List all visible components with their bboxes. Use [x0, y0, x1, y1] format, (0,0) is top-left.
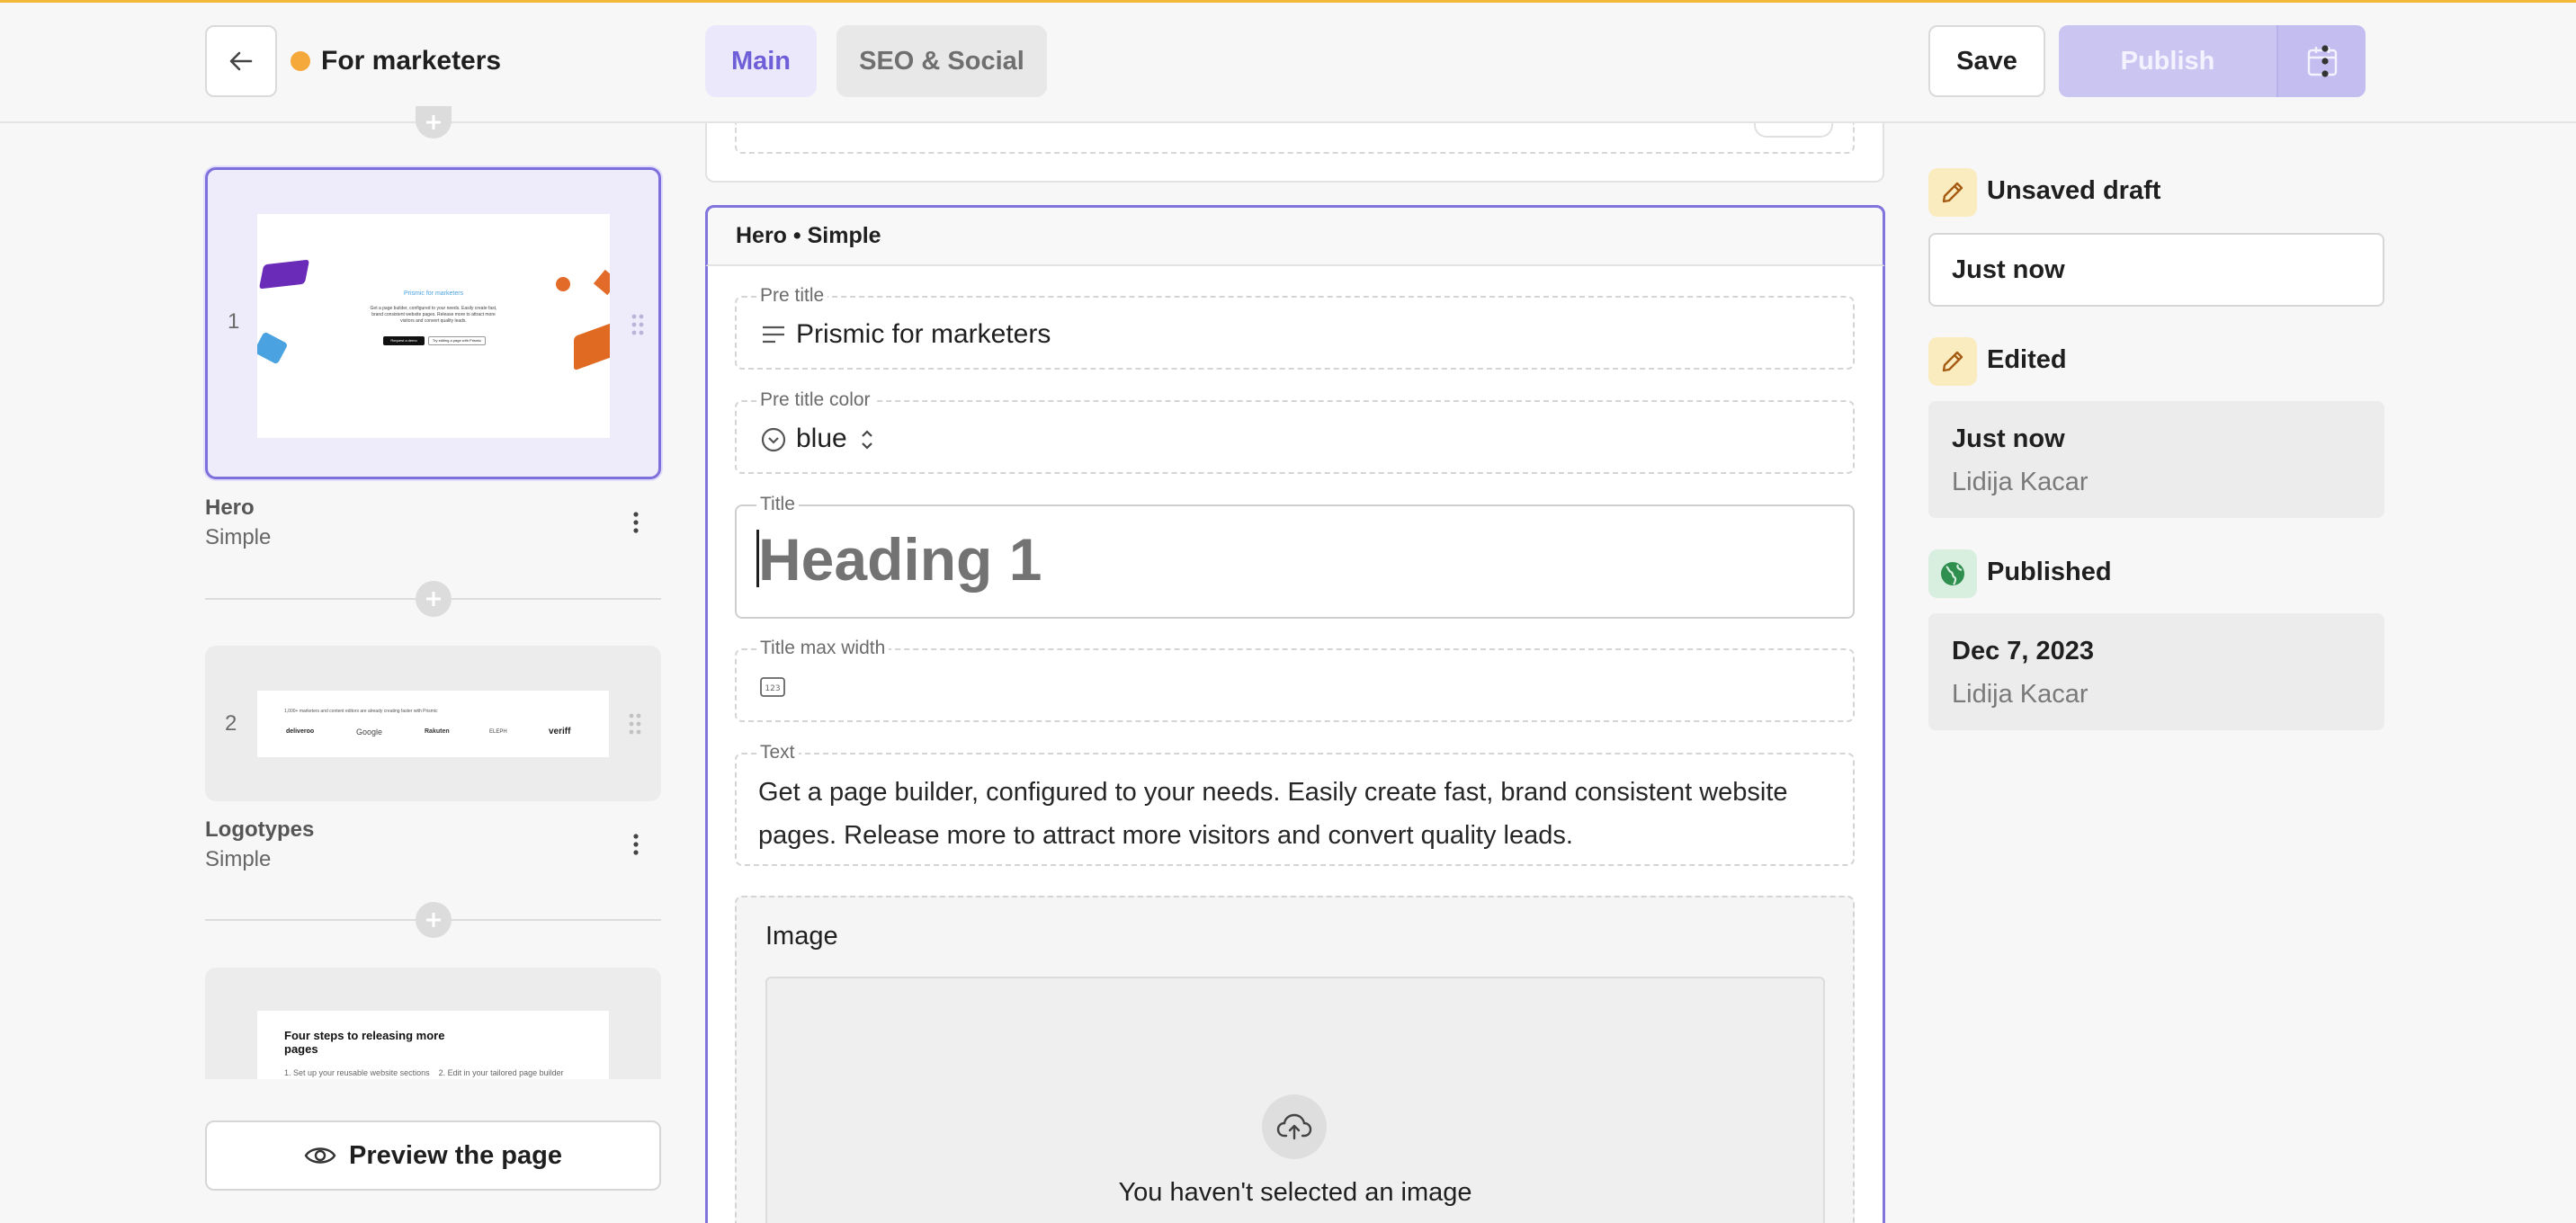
slice-thumbnail: Four steps to releasing more pages 1. Se…	[257, 1011, 609, 1079]
select-circle-icon	[761, 427, 786, 452]
slice-editor-title: Hero • Simple	[736, 223, 881, 248]
thumb-logo: Google	[356, 728, 383, 736]
slice-index: 2	[225, 711, 237, 736]
published-status-icon	[1928, 549, 1977, 598]
no-image-text: You haven't selected an image	[1118, 1178, 1472, 1207]
toggle-switch[interactable]	[1754, 123, 1833, 138]
previous-field	[735, 123, 1855, 154]
published-date: Dec 7, 2023	[1952, 637, 2095, 665]
svg-text:123: 123	[765, 684, 780, 693]
text-value: Get a page builder, configured to your n…	[758, 778, 1788, 850]
thumb-body: Get a page builder, configured to your n…	[370, 306, 497, 324]
thumb-steps: 1. Set up your reusable website sections…	[284, 1068, 564, 1077]
draft-title: Unsaved draft	[1987, 176, 2161, 205]
text-lines-icon	[763, 326, 784, 344]
published-author: Lidija Kacar	[1952, 680, 2089, 709]
thumb-decoration	[258, 259, 310, 290]
slice-options-button[interactable]	[627, 509, 645, 536]
pre-title-color-select[interactable]: Pre title color blue	[735, 388, 1855, 474]
slice-card-hero[interactable]: 1 Prismic for marketers Get a page build…	[205, 167, 661, 479]
back-button[interactable]	[205, 25, 277, 97]
published-box	[1928, 613, 2384, 730]
top-bar: For marketers Main SEO & Social Save Pub…	[0, 0, 2576, 123]
thumb-primary-button: Request a demo	[383, 336, 425, 345]
slice-card-steps[interactable]: Four steps to releasing more pages 1. Se…	[205, 968, 661, 1079]
more-vertical-icon	[2321, 45, 2329, 77]
number-input-icon: 123	[760, 677, 785, 697]
edited-box	[1928, 401, 2384, 518]
thumb-title: Four steps to releasing more pages	[284, 1029, 445, 1056]
add-slice-button[interactable]	[416, 902, 452, 938]
tab-seo-social[interactable]: SEO & Social	[836, 25, 1047, 97]
thumb-decoration	[574, 321, 610, 371]
pre-title-color-value: blue	[796, 424, 847, 453]
more-vertical-icon	[633, 834, 639, 855]
slice-card-logotypes[interactable]: 2 1,000+ marketers and content editors a…	[205, 646, 661, 801]
thumb-logo: ELEPH	[489, 729, 507, 735]
pencil-icon	[1942, 182, 1963, 203]
thumb-decoration	[593, 269, 610, 296]
field-label: Title max width	[756, 637, 890, 660]
edited-status-icon	[1928, 337, 1977, 386]
thumb-secondary-button: Try editing a page with Prismic	[428, 336, 486, 345]
upload-button[interactable]	[1262, 1094, 1327, 1159]
slice-variant: Simple	[205, 525, 272, 549]
cloud-upload-icon	[1276, 1113, 1312, 1140]
thumb-logo: veriff	[549, 727, 571, 736]
thumb-logo: deliveroo	[286, 728, 315, 735]
publish-button[interactable]: Publish	[2059, 25, 2276, 97]
plus-icon	[426, 913, 441, 927]
preview-label: Preview the page	[349, 1140, 562, 1170]
slice-thumbnail: Prismic for marketers Get a page builder…	[257, 214, 610, 438]
pre-title-value: Prismic for marketers	[796, 319, 1051, 349]
field-label: Title	[756, 493, 799, 516]
tab-main[interactable]: Main	[705, 25, 817, 97]
image-field-label: Image	[765, 922, 838, 951]
draft-status-icon	[1928, 168, 1977, 217]
add-slice-button[interactable]	[416, 106, 452, 138]
preview-page-button[interactable]: Preview the page	[205, 1120, 661, 1191]
text-field[interactable]: Text Get a page builder, configured to y…	[735, 741, 1855, 866]
thumb-pretitle: Prismic for marketers	[403, 290, 464, 297]
globe-icon	[1941, 562, 1964, 585]
field-label: Pre title color	[756, 388, 874, 412]
field-label: Pre title	[756, 284, 828, 308]
title-field[interactable]: Title Heading 1	[735, 493, 1855, 619]
slice-thumbnail: 1,000+ marketers and content editors are…	[257, 691, 609, 757]
slice-variant: Simple	[205, 847, 272, 871]
published-title: Published	[1987, 558, 2112, 586]
edited-author: Lidija Kacar	[1952, 468, 2089, 496]
plus-icon	[426, 115, 441, 129]
drag-handle-icon[interactable]	[628, 712, 642, 736]
thumb-caption: 1,000+ marketers and content editors are…	[284, 709, 438, 714]
edited-time: Just now	[1952, 424, 2065, 453]
thumb-decoration	[556, 277, 570, 291]
slice-index: 1	[228, 309, 240, 334]
pencil-icon	[1942, 351, 1963, 372]
document-status-dot	[291, 51, 310, 71]
plus-icon	[426, 592, 441, 606]
drag-handle-icon[interactable]	[631, 313, 645, 336]
save-button[interactable]: Save	[1928, 25, 2045, 97]
slice-name: Hero	[205, 495, 255, 520]
slice-name: Logotypes	[205, 817, 315, 842]
eye-icon	[304, 1147, 336, 1164]
more-options-button[interactable]	[2307, 25, 2343, 97]
chevron-up-down-icon	[862, 430, 872, 450]
title-placeholder: Heading 1	[758, 526, 1042, 593]
slice-editor-header	[705, 205, 1885, 266]
pre-title-field[interactable]: Pre title Prismic for marketers	[735, 284, 1855, 370]
add-slice-button[interactable]	[416, 581, 452, 617]
title-max-width-field[interactable]: Title max width 123	[735, 637, 1855, 722]
thumb-decoration	[257, 331, 289, 365]
field-label: Text	[756, 741, 799, 764]
thumb-logo: Rakuten	[425, 728, 450, 735]
slice-options-button[interactable]	[627, 831, 645, 858]
draft-time: Just now	[1952, 255, 2065, 284]
edited-title: Edited	[1987, 345, 2067, 374]
arrow-left-icon	[229, 51, 253, 71]
more-vertical-icon	[633, 512, 639, 533]
document-title: For marketers	[321, 46, 502, 76]
